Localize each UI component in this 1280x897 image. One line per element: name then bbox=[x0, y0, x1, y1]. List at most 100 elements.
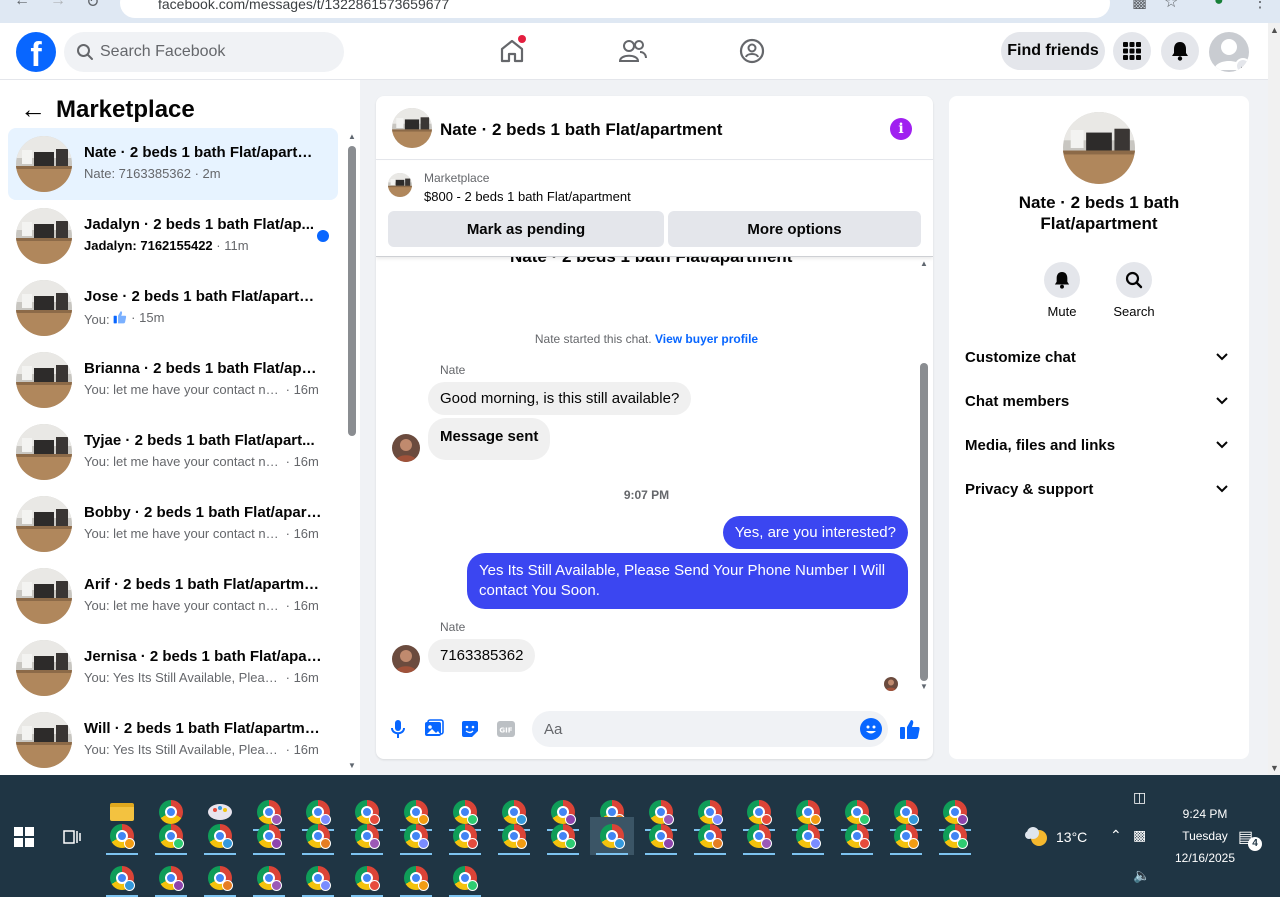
browser-menu-icon[interactable]: ⋮ bbox=[1252, 0, 1268, 12]
chrome-icon[interactable] bbox=[345, 817, 389, 855]
scroll-up-arrow-icon[interactable]: ▲ bbox=[920, 259, 928, 268]
cast-icon[interactable]: ▩ bbox=[1132, 0, 1147, 12]
chrome-icon[interactable] bbox=[688, 817, 732, 855]
gif-icon[interactable]: GIF bbox=[494, 717, 518, 741]
conversation-item[interactable]: Brianna · 2 beds 1 bath Flat/apar... You:… bbox=[8, 344, 338, 416]
chrome-icon[interactable] bbox=[345, 859, 389, 897]
page-scrollbar[interactable]: ▲ ▼ bbox=[1268, 23, 1280, 775]
scroll-down-arrow-icon[interactable]: ▼ bbox=[920, 682, 928, 691]
incoming-message[interactable]: Good morning, is this still available? bbox=[428, 382, 692, 415]
conversation-item[interactable]: Tyjae · 2 beds 1 bath Flat/apart... You: … bbox=[8, 416, 338, 488]
windows-start-icon[interactable] bbox=[14, 827, 34, 847]
facebook-logo[interactable]: f bbox=[16, 32, 56, 74]
message-input-box[interactable] bbox=[532, 711, 888, 747]
emoji-icon[interactable] bbox=[860, 718, 882, 740]
chrome-icon[interactable] bbox=[737, 817, 781, 855]
chrome-icon[interactable] bbox=[835, 817, 879, 855]
conversation-item[interactable]: Jose · 2 beds 1 bath Flat/apartm... You: … bbox=[8, 272, 338, 344]
home-nav-button[interactable] bbox=[498, 35, 528, 67]
chrome-icon[interactable] bbox=[198, 817, 242, 855]
chevron-up-icon[interactable]: ⌃ bbox=[1110, 827, 1122, 844]
chat-scroll-thumb[interactable] bbox=[920, 363, 928, 681]
sender-avatar[interactable] bbox=[392, 645, 420, 673]
chrome-icon[interactable] bbox=[443, 817, 487, 855]
incoming-message[interactable]: Message sent bbox=[428, 418, 551, 460]
search-input[interactable] bbox=[100, 32, 330, 72]
more-options-button[interactable]: More options bbox=[668, 211, 921, 247]
profile-icon[interactable]: ● bbox=[1214, 0, 1224, 10]
chrome-icon[interactable] bbox=[884, 817, 928, 855]
view-buyer-profile-link[interactable]: View buyer profile bbox=[655, 332, 758, 346]
clock-time[interactable]: 9:24 PM bbox=[1160, 807, 1250, 821]
friends-nav-button[interactable] bbox=[618, 37, 648, 67]
address-bar[interactable]: facebook.com/messages/t/1322861573659677 bbox=[120, 0, 1110, 18]
chrome-icon[interactable] bbox=[786, 817, 830, 855]
back-icon[interactable]: ← bbox=[14, 0, 30, 10]
settings-section-media-files-and-links[interactable]: Media, files and links bbox=[965, 424, 1233, 468]
conversation-item[interactable]: Jernisa · 2 beds 1 bath Flat/apart... You… bbox=[8, 632, 338, 704]
chrome-icon[interactable] bbox=[247, 817, 291, 855]
conversation-item[interactable]: Nate · 2 beds 1 bath Flat/apartm... Nate:… bbox=[8, 128, 338, 200]
find-friends-button[interactable]: Find friends bbox=[1001, 32, 1105, 70]
conversation-item[interactable]: Will · 2 beds 1 bath Flat/apartme... You:… bbox=[8, 704, 338, 776]
settings-section-customize-chat[interactable]: Customize chat bbox=[965, 336, 1233, 380]
incoming-message[interactable]: 7163385362 bbox=[428, 639, 536, 672]
mark-as-pending-button[interactable]: Mark as pending bbox=[388, 211, 664, 247]
search-in-conversation-button[interactable]: Search bbox=[1098, 262, 1170, 319]
settings-section-chat-members[interactable]: Chat members bbox=[965, 380, 1233, 424]
chrome-icon[interactable] bbox=[296, 817, 340, 855]
chrome-icon[interactable] bbox=[149, 859, 193, 897]
chrome-icon[interactable] bbox=[933, 817, 977, 855]
clock-day[interactable]: Tuesday bbox=[1160, 829, 1250, 843]
chrome-icon[interactable] bbox=[443, 859, 487, 897]
info-icon[interactable]: i bbox=[890, 118, 912, 140]
outgoing-message[interactable]: Yes Its Still Available, Please Send You… bbox=[467, 553, 908, 609]
mute-button[interactable]: Mute bbox=[1026, 262, 1098, 319]
weather-icon[interactable] bbox=[1024, 824, 1048, 853]
volume-icon[interactable]: 🔈 bbox=[1133, 867, 1150, 884]
clock-date[interactable]: 12/16/2025 bbox=[1156, 851, 1254, 865]
listing-price[interactable]: $800 - 2 beds 1 bath Flat/apartment bbox=[424, 189, 631, 204]
task-view-icon[interactable] bbox=[62, 827, 82, 847]
chrome-icon[interactable] bbox=[100, 817, 144, 855]
conversation-item[interactable]: Jadalyn · 2 beds 1 bath Flat/ap... Jadaly… bbox=[8, 200, 338, 272]
reload-icon[interactable]: ↻ bbox=[86, 0, 99, 12]
outgoing-message[interactable]: Yes, are you interested? bbox=[722, 516, 908, 549]
thumbs-up-icon[interactable] bbox=[898, 717, 922, 741]
sidebar-scrollbar[interactable]: ▲ ▼ bbox=[345, 132, 359, 770]
chrome-icon[interactable] bbox=[639, 817, 683, 855]
scroll-down-arrow-icon[interactable]: ▼ bbox=[348, 761, 356, 770]
menu-button[interactable] bbox=[1113, 32, 1151, 70]
chrome-icon[interactable] bbox=[394, 817, 438, 855]
listing-photo[interactable] bbox=[392, 108, 432, 148]
listing-avatar[interactable] bbox=[1063, 112, 1135, 184]
sidebar-scroll-thumb[interactable] bbox=[348, 146, 356, 436]
sticker-icon[interactable] bbox=[458, 717, 482, 741]
photo-icon[interactable] bbox=[422, 717, 446, 741]
notifications-button[interactable] bbox=[1161, 32, 1199, 70]
chrome-icon[interactable] bbox=[541, 817, 585, 855]
chrome-icon[interactable] bbox=[149, 817, 193, 855]
account-avatar[interactable]: ⌄ bbox=[1209, 32, 1249, 72]
forward-icon[interactable]: → bbox=[50, 0, 66, 10]
back-arrow-icon[interactable]: ← bbox=[20, 94, 56, 125]
search-box[interactable] bbox=[64, 32, 344, 72]
bookmark-star-icon[interactable]: ☆ bbox=[1164, 0, 1178, 12]
chrome-icon[interactable] bbox=[296, 859, 340, 897]
chat-scrollbar[interactable]: ▲ ▼ bbox=[917, 259, 931, 691]
chat-title[interactable]: Nate · 2 beds 1 bath Flat/apartment bbox=[440, 120, 722, 140]
chrome-icon[interactable] bbox=[100, 859, 144, 897]
chrome-icon[interactable] bbox=[492, 817, 536, 855]
scroll-down-arrow-icon[interactable]: ▼ bbox=[1270, 763, 1279, 773]
groups-nav-button[interactable] bbox=[738, 37, 768, 67]
message-input[interactable] bbox=[544, 711, 844, 747]
temperature[interactable]: 13°C bbox=[1056, 829, 1087, 845]
chrome-icon[interactable] bbox=[198, 859, 242, 897]
conversation-item[interactable]: Bobby · 2 beds 1 bath Flat/apart... You: … bbox=[8, 488, 338, 560]
chrome-icon[interactable] bbox=[247, 859, 291, 897]
scroll-up-arrow-icon[interactable]: ▲ bbox=[1270, 25, 1279, 35]
conversation-item[interactable]: Arif · 2 beds 1 bath Flat/apartme... You:… bbox=[8, 560, 338, 632]
scroll-up-arrow-icon[interactable]: ▲ bbox=[348, 132, 356, 141]
microphone-icon[interactable] bbox=[386, 717, 410, 741]
network-icon[interactable]: ▩ bbox=[1133, 827, 1146, 844]
